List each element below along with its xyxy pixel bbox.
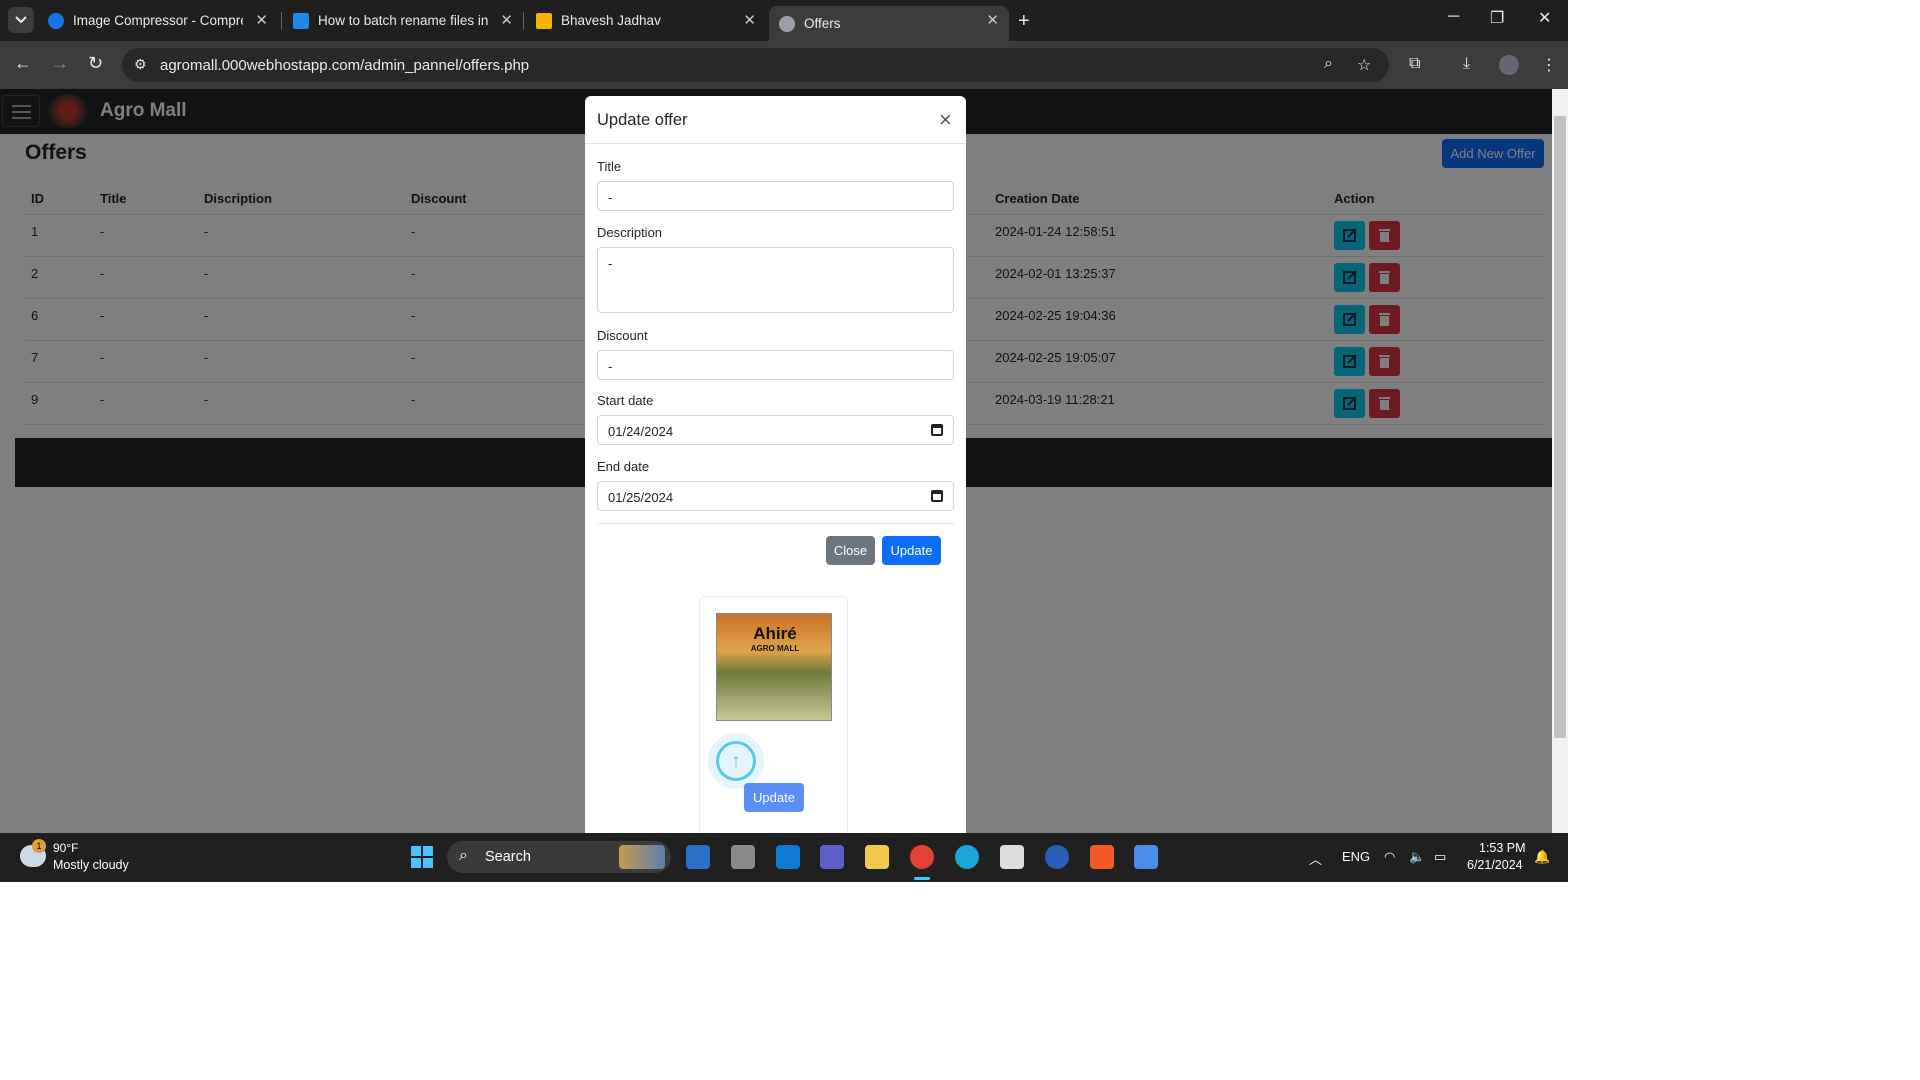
- close-button[interactable]: Close: [826, 536, 875, 565]
- address-bar[interactable]: ⚙ agromall.000webhostapp.com/admin_panne…: [122, 48, 1389, 82]
- active-app-indicator: [914, 877, 930, 880]
- cloud-upload-icon: ↑: [716, 741, 756, 781]
- tab-title: Bhavesh Jadhav: [561, 13, 661, 28]
- close-tab-icon[interactable]: ✕: [500, 11, 513, 29]
- weather-temperature[interactable]: 90°F: [53, 841, 78, 855]
- title-value: -: [608, 190, 613, 205]
- tab-title: Image Compressor - Compress: [73, 13, 243, 28]
- browser-toolbar: ← → ↻ ⚙ agromall.000webhostapp.com/admin…: [0, 41, 1568, 89]
- profile-avatar[interactable]: [1499, 55, 1519, 75]
- reload-icon[interactable]: ↻: [88, 53, 103, 74]
- download-icon[interactable]: ⤓: [1463, 55, 1470, 73]
- weather-description[interactable]: Mostly cloudy: [53, 858, 129, 872]
- power-icon: [48, 12, 64, 29]
- update-offer-modal: Update offer × Title - Description - Dis…: [585, 96, 966, 833]
- windows-start-icon[interactable]: [411, 846, 433, 868]
- globe-icon: [779, 15, 795, 32]
- chrome-icon[interactable]: [910, 845, 934, 869]
- modal-header: Update offer ×: [585, 96, 966, 144]
- close-tab-icon[interactable]: ✕: [743, 11, 756, 29]
- end-date-value: 01/25/2024: [608, 490, 674, 505]
- windows-taskbar: 1 90°F Mostly cloudy ⌕ Search ︿ ENG ◠ 🔈 …: [0, 833, 1568, 882]
- forward-icon[interactable]: →: [51, 53, 69, 74]
- bracket-icon: [293, 12, 309, 29]
- calendar-icon[interactable]: [931, 490, 943, 502]
- scrollbar-thumb[interactable]: [1554, 116, 1566, 738]
- tab-offers[interactable]: Offers ✕: [769, 6, 1009, 41]
- discount-label: Discount: [597, 328, 648, 343]
- battery-icon[interactable]: ▭: [1434, 849, 1446, 865]
- image-update-button[interactable]: Update: [744, 783, 804, 812]
- update-button[interactable]: Update: [882, 536, 941, 565]
- wifi-icon[interactable]: ◠: [1384, 849, 1395, 865]
- end-date-input[interactable]: 01/25/2024: [597, 481, 954, 511]
- taskbar-search[interactable]: ⌕ Search: [447, 841, 671, 873]
- back-icon[interactable]: ←: [14, 53, 32, 74]
- close-icon[interactable]: ×: [939, 109, 952, 131]
- search-icon: ⌕: [459, 847, 468, 864]
- tab-title: How to batch rename files in W: [318, 13, 488, 28]
- url-text: agromall.000webhostapp.com/admin_pannel/…: [160, 56, 530, 74]
- description-textarea[interactable]: -: [597, 247, 954, 313]
- tab-search-button[interactable]: [8, 7, 34, 33]
- description-value: -: [608, 256, 613, 271]
- modal-title: Update offer: [597, 111, 688, 129]
- app-icon-pre[interactable]: [686, 845, 710, 869]
- start-date-value: 01/24/2024: [608, 424, 674, 439]
- calendar-icon[interactable]: [931, 424, 943, 436]
- brave-icon[interactable]: [1090, 845, 1114, 869]
- discount-value: -: [608, 359, 613, 374]
- app-icon-t[interactable]: [1045, 845, 1069, 869]
- v-app-icon[interactable]: [1134, 845, 1158, 869]
- search-highlight-image: [619, 845, 665, 869]
- language-indicator[interactable]: ENG: [1342, 849, 1370, 864]
- clock-time[interactable]: 1:53 PM: [1479, 841, 1526, 855]
- offer-image: Ahiré AGRO MALL: [716, 613, 832, 721]
- modal-divider: [597, 523, 954, 524]
- new-tab-icon[interactable]: +: [1018, 10, 1030, 33]
- description-label: Description: [597, 225, 663, 240]
- chevron-down-icon: [15, 16, 27, 24]
- poster-subtitle: AGRO MALL: [750, 644, 800, 653]
- start-date-label: Start date: [597, 393, 654, 408]
- tab-bhavesh[interactable]: Bhavesh Jadhav ✕: [526, 6, 766, 35]
- v-logo-icon: [536, 12, 552, 29]
- menu-kebab-icon[interactable]: ⋮: [1541, 55, 1557, 75]
- browser-tab-strip: Image Compressor - Compress ✕ How to bat…: [0, 0, 1568, 41]
- bookmark-star-icon[interactable]: ☆: [1357, 55, 1371, 75]
- search-label: Search: [485, 849, 531, 865]
- image-upload-card: Ahiré AGRO MALL ↑ Update: [699, 596, 848, 833]
- store-icon[interactable]: [1000, 845, 1024, 869]
- upload-button[interactable]: ↑: [708, 733, 764, 789]
- tab-separator: [281, 12, 282, 30]
- teams-icon[interactable]: [820, 845, 844, 869]
- discount-input[interactable]: -: [597, 350, 954, 380]
- restore-icon[interactable]: ❐: [1490, 8, 1504, 28]
- title-input[interactable]: -: [597, 181, 954, 211]
- poster-title: Ahiré: [753, 624, 797, 643]
- tab-image-compressor[interactable]: Image Compressor - Compress ✕: [38, 6, 278, 35]
- edge-icon[interactable]: [955, 845, 979, 869]
- start-date-input[interactable]: 01/24/2024: [597, 415, 954, 445]
- site-info-icon[interactable]: ⚙: [134, 56, 147, 73]
- tab-batch-rename[interactable]: How to batch rename files in W ✕: [283, 6, 523, 35]
- file-explorer-icon[interactable]: [865, 845, 889, 869]
- weather-badge: 1: [32, 839, 46, 853]
- vscode-icon[interactable]: [776, 845, 800, 869]
- clock-date[interactable]: 6/21/2024: [1467, 858, 1523, 872]
- title-label: Title: [597, 159, 622, 174]
- extensions-icon[interactable]: ⧉: [1409, 55, 1420, 73]
- close-tab-icon[interactable]: ✕: [255, 11, 268, 29]
- close-window-icon[interactable]: ✕: [1538, 8, 1551, 28]
- tray-chevron-up-icon[interactable]: ︿: [1309, 849, 1322, 868]
- tab-separator: [523, 12, 524, 30]
- tab-title: Offers: [804, 16, 841, 31]
- end-date-label: End date: [597, 459, 650, 474]
- zoom-icon[interactable]: ⌕: [1324, 55, 1333, 73]
- notification-bell-icon[interactable]: 🔔: [1534, 849, 1550, 865]
- volume-icon[interactable]: 🔈: [1409, 849, 1425, 865]
- close-tab-icon[interactable]: ✕: [986, 11, 999, 29]
- app-icon-window[interactable]: [731, 845, 755, 869]
- minimize-icon[interactable]: ─: [1448, 8, 1459, 26]
